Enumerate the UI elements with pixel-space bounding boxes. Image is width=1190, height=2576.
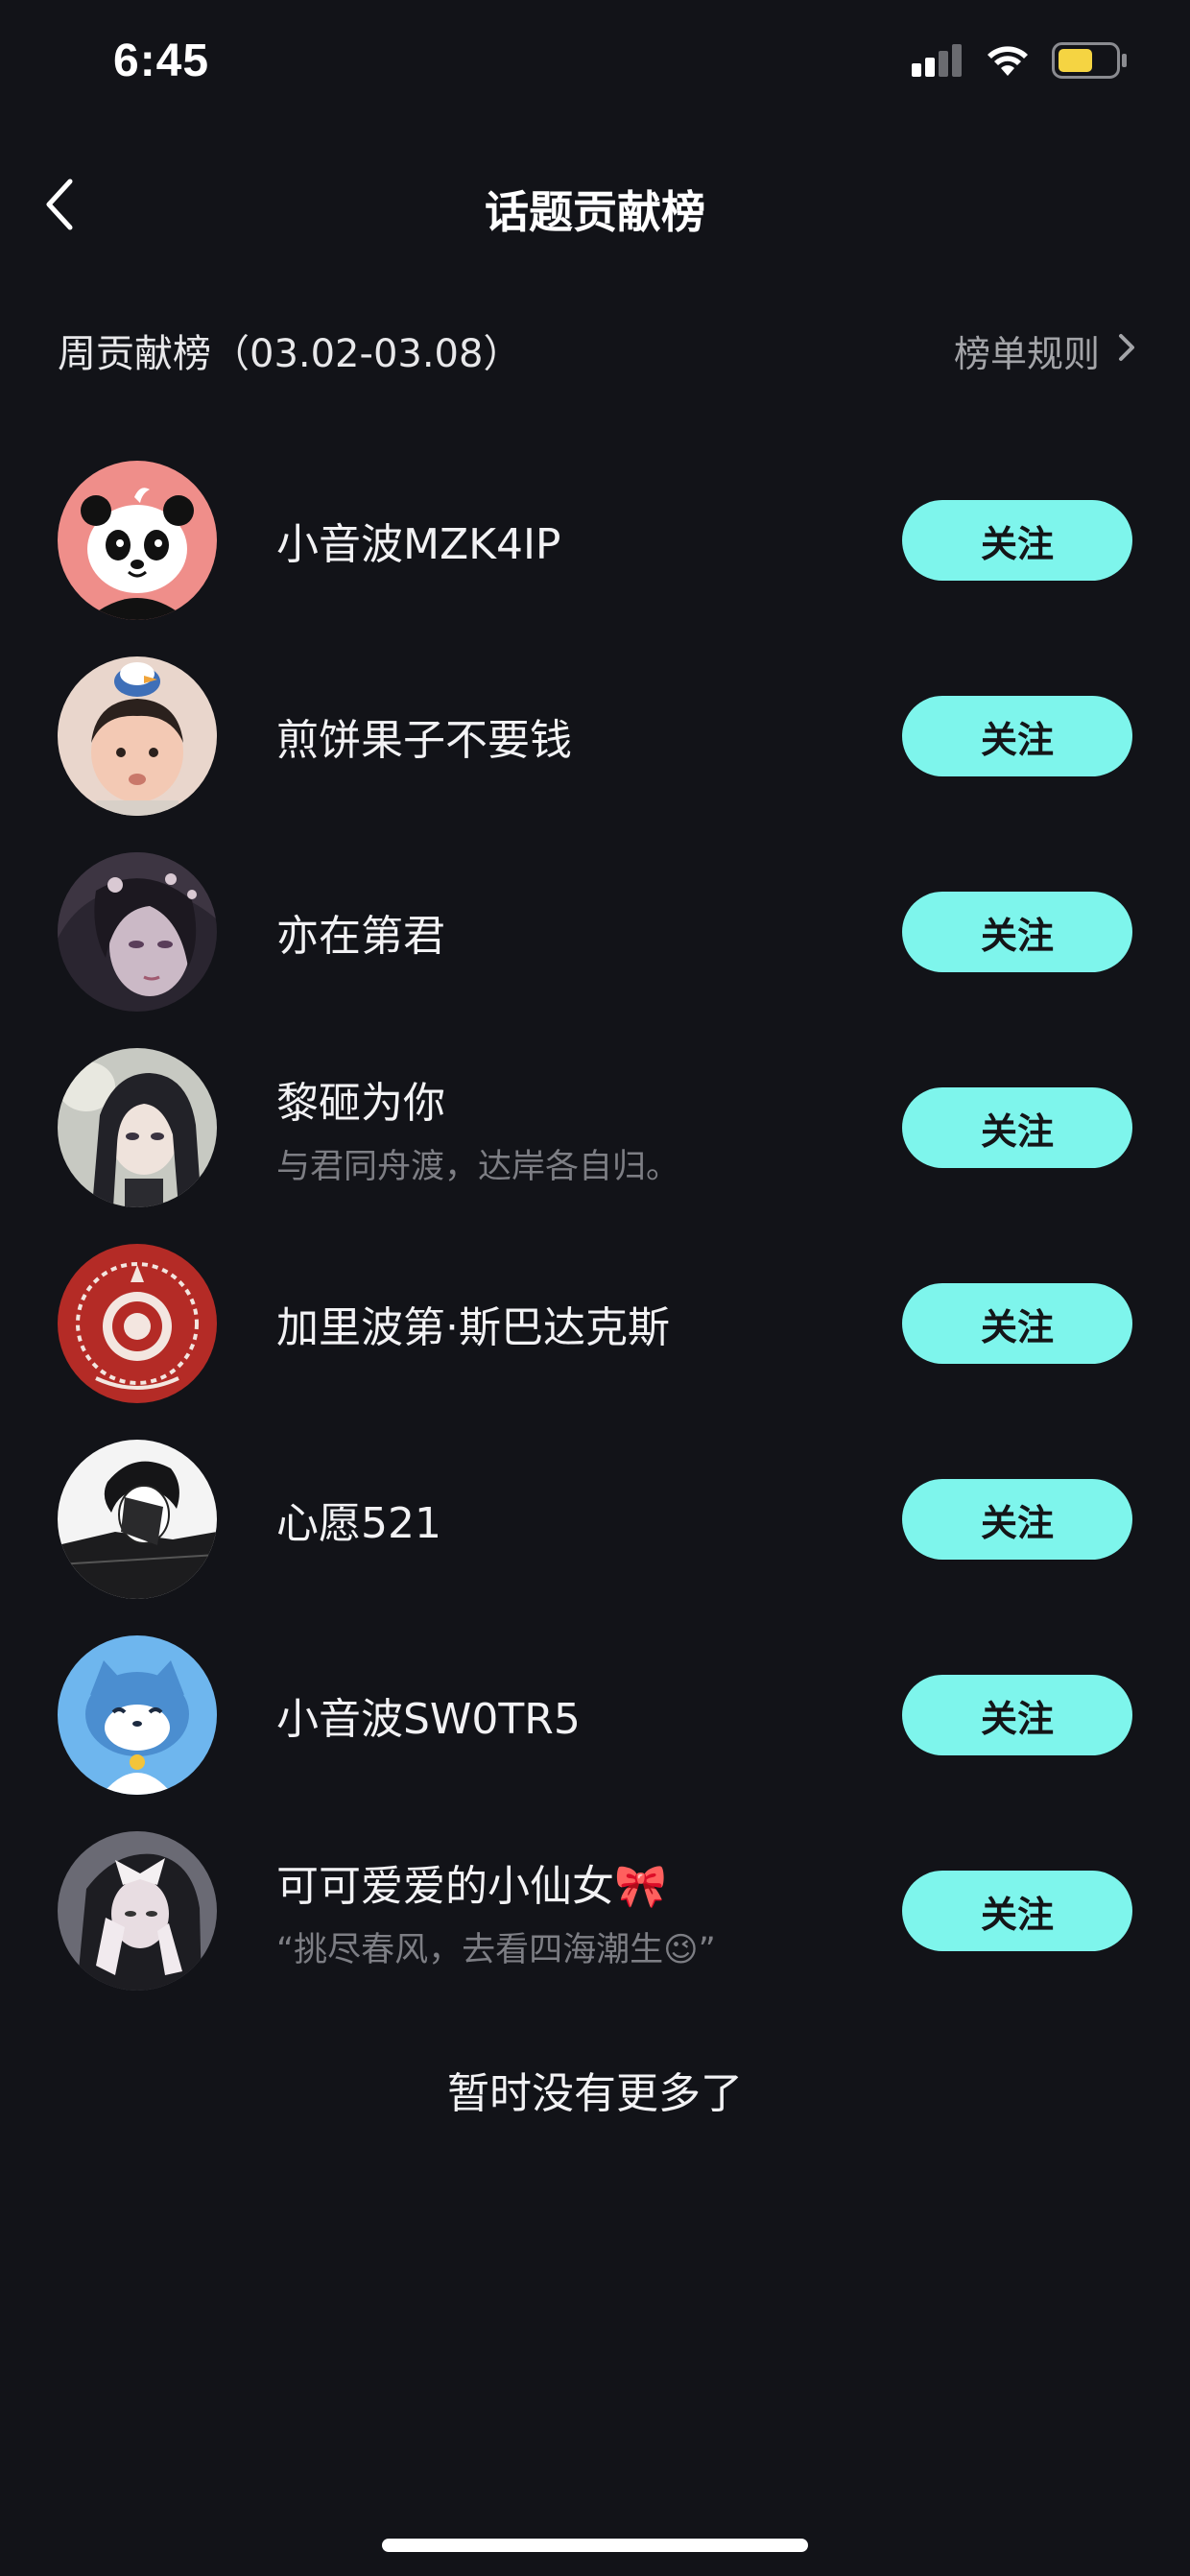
- girl-with-bow-avatar[interactable]: [58, 1831, 217, 1991]
- sketch-boy-avatar[interactable]: [58, 1440, 217, 1599]
- user-info: 小音波SW0TR5: [276, 1635, 871, 1795]
- page-title: 话题贡献榜: [485, 186, 705, 238]
- list-item[interactable]: 黎砸为你 与君同舟渡，达岸各自归。 关注: [0, 1048, 1190, 1244]
- user-name[interactable]: 心愿521: [276, 1489, 871, 1550]
- user-name[interactable]: 煎饼果子不要钱: [276, 705, 871, 767]
- user-info: 加里波第·斯巴达克斯: [276, 1244, 871, 1403]
- follow-button[interactable]: 关注: [902, 892, 1132, 972]
- nav-bar: 话题贡献榜: [0, 154, 1190, 259]
- user-bio: “挑尽春风，去看四海潮生😉”: [276, 1930, 716, 1969]
- user-info: 可可爱爱的小仙女🎀 “挑尽春风，去看四海潮生😉”: [276, 1831, 871, 1991]
- rules-link[interactable]: 榜单规则: [954, 324, 1136, 377]
- follow-button[interactable]: 关注: [902, 500, 1132, 581]
- list-item[interactable]: 小音波MZK4IP 关注: [0, 461, 1190, 656]
- user-name[interactable]: 小音波SW0TR5: [276, 1684, 871, 1746]
- list-item[interactable]: 心愿521 关注: [0, 1440, 1190, 1635]
- anime-girl-avatar[interactable]: [58, 852, 217, 1012]
- follow-button[interactable]: 关注: [902, 1479, 1132, 1560]
- follow-button[interactable]: 关注: [902, 696, 1132, 776]
- user-list: 小音波MZK4IP 关注 煎饼果子不要钱 关注 亦在第君 关注 黎砸为你 与君同…: [0, 461, 1190, 2027]
- list-item[interactable]: 可可爱爱的小仙女🎀 “挑尽春风，去看四海潮生😉” 关注: [0, 1831, 1190, 2027]
- cellular-signal-icon: [912, 44, 964, 81]
- user-name[interactable]: 加里波第·斯巴达克斯: [276, 1293, 871, 1354]
- user-bio: 与君同舟渡，达岸各自归。: [276, 1147, 680, 1186]
- list-item[interactable]: 小音波SW0TR5 关注: [0, 1635, 1190, 1831]
- follow-button[interactable]: 关注: [902, 1087, 1132, 1168]
- user-info: 黎砸为你 与君同舟渡，达岸各自归。: [276, 1048, 871, 1207]
- baby-photo-avatar[interactable]: [58, 656, 217, 816]
- wifi-icon: [985, 43, 1031, 82]
- user-name[interactable]: 亦在第君: [276, 901, 871, 963]
- status-icons: [912, 42, 1129, 83]
- user-info: 心愿521: [276, 1440, 871, 1599]
- user-name[interactable]: 可可爱爱的小仙女🎀: [276, 1851, 871, 1913]
- end-of-list-text: 暂时没有更多了: [447, 2069, 743, 2118]
- blue-cat-avatar[interactable]: [58, 1635, 217, 1795]
- user-name[interactable]: 黎砸为你: [276, 1068, 871, 1130]
- battery-icon: [1052, 42, 1129, 83]
- follow-button[interactable]: 关注: [902, 1283, 1132, 1364]
- follow-button[interactable]: 关注: [902, 1871, 1132, 1951]
- user-info: 亦在第君: [276, 852, 871, 1012]
- chevron-right-icon: [1117, 329, 1136, 371]
- user-info: 煎饼果子不要钱: [276, 656, 871, 816]
- status-bar: 6:45: [0, 0, 1190, 134]
- anime-girl-dark-hair-avatar[interactable]: [58, 1048, 217, 1207]
- list-item[interactable]: 加里波第·斯巴达克斯 关注: [0, 1244, 1190, 1440]
- red-emblem-avatar[interactable]: [58, 1244, 217, 1403]
- panda-avatar[interactable]: [58, 461, 217, 620]
- user-name[interactable]: 小音波MZK4IP: [276, 510, 871, 571]
- rules-link-label: 榜单规则: [953, 332, 1100, 375]
- user-info: 小音波MZK4IP: [276, 461, 871, 620]
- section-header: 周贡献榜（03.02-03.08） 榜单规则: [58, 317, 1136, 384]
- section-title: 周贡献榜（03.02-03.08）: [58, 332, 522, 376]
- list-item[interactable]: 煎饼果子不要钱 关注: [0, 656, 1190, 852]
- home-indicator: [382, 2539, 808, 2552]
- list-item[interactable]: 亦在第君 关注: [0, 852, 1190, 1048]
- follow-button[interactable]: 关注: [902, 1675, 1132, 1755]
- status-time: 6:45: [113, 36, 210, 86]
